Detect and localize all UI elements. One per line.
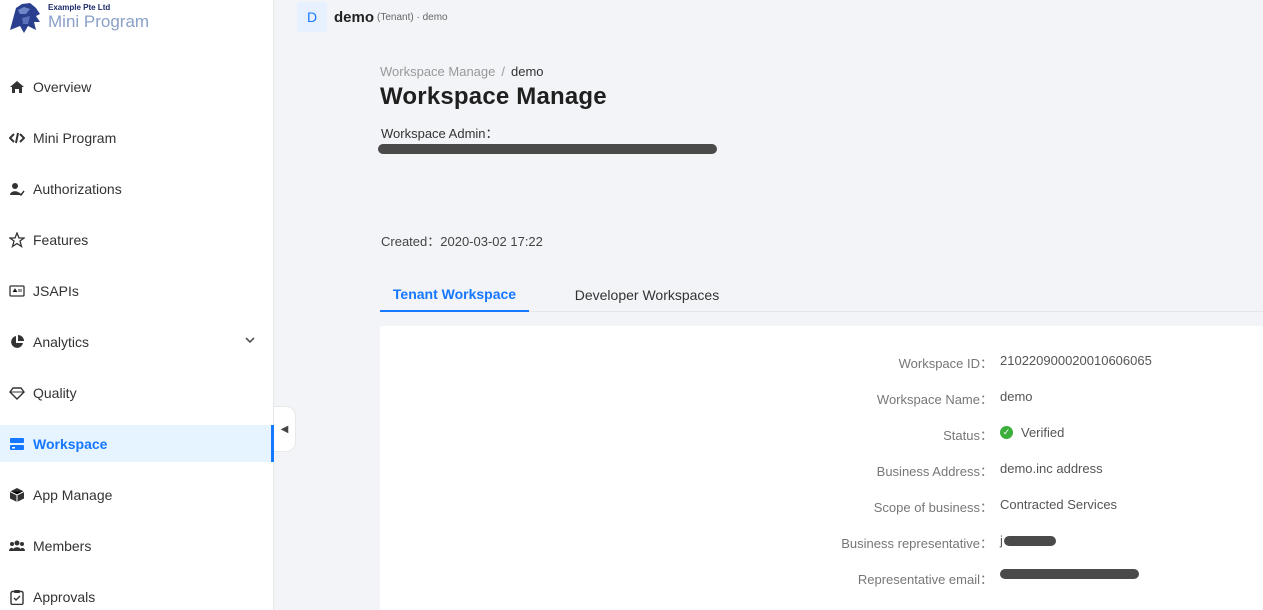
redacted-representative	[1003, 535, 1056, 546]
sidebar-item-label: Mini Program	[33, 129, 117, 146]
detail-row-scope: Scope of business： Contracted Services	[380, 497, 1263, 519]
breadcrumb: Workspace Manage / demo	[380, 64, 544, 79]
code-link-icon	[8, 129, 26, 147]
workspace-name-value: demo	[1000, 389, 1033, 404]
breadcrumb-separator: /	[501, 64, 505, 79]
sidebar-item-label: Features	[33, 231, 89, 248]
sidebar-item-members[interactable]: Members	[0, 527, 274, 564]
sidebar-collapse-button[interactable]: ◀	[274, 406, 296, 452]
tab-tenant-workspace[interactable]: Tenant Workspace	[380, 278, 529, 312]
workspace-tabs: Tenant Workspace Developer Workspaces	[380, 278, 1263, 312]
workspace-details-card: Workspace ID： 21022090002001060606​5 Wor…	[380, 326, 1263, 610]
clipboard-icon	[8, 588, 26, 606]
sidebar-item-label: Members	[33, 537, 92, 554]
diamond-icon	[8, 384, 26, 402]
sidebar-item-authorizations[interactable]: Authorizations	[0, 170, 274, 207]
sidebar-item-label: Overview	[33, 78, 92, 95]
team-icon	[8, 537, 26, 555]
sidebar-item-features[interactable]: Features	[0, 221, 274, 258]
redacted-admin-list	[378, 144, 717, 154]
workspace-icon	[8, 435, 26, 453]
status-text: Verified	[1021, 425, 1065, 440]
scope-value: Contracted Services	[1000, 497, 1118, 512]
sidebar-item-label: Workspace	[33, 435, 108, 452]
representative-value: j	[1000, 533, 1056, 548]
sidebar-nav: Overview Mini Program Authorizations Fea…	[0, 68, 274, 610]
sidebar-item-label: Analytics	[33, 333, 90, 350]
created-value: 2020-03-02 17:22	[440, 234, 543, 249]
detail-row-representative: Business representative： j	[380, 533, 1263, 555]
sidebar-item-overview[interactable]: Overview	[0, 68, 274, 105]
sidebar-item-label: JSAPIs	[33, 282, 79, 299]
sidebar-item-workspace[interactable]: Workspace	[0, 425, 274, 462]
sidebar-item-quality[interactable]: Quality	[0, 374, 274, 411]
created-label: Created：	[381, 234, 441, 249]
box-icon	[8, 486, 26, 504]
sidebar-item-jsapis[interactable]: JSAPIs	[0, 272, 274, 309]
star-icon	[8, 231, 26, 249]
detail-label: Workspace Name：	[876, 392, 993, 407]
workspace-id-value: 21022090002001060606​5	[1000, 353, 1152, 368]
api-icon	[8, 282, 26, 300]
brand-product: Mini Program	[48, 12, 150, 31]
sidebar-item-label: App Manage	[33, 486, 113, 503]
detail-label: Business Address：	[876, 464, 993, 479]
brand-company: Example Pte Ltd	[48, 3, 111, 12]
detail-row-email: Representative email：	[380, 569, 1263, 591]
sidebar-item-label: Approvals	[33, 588, 96, 605]
detail-label: Representative email：	[857, 572, 993, 587]
user-check-icon	[8, 180, 26, 198]
detail-label: Business representative：	[841, 536, 993, 551]
sidebar-item-app-manage[interactable]: App Manage	[0, 476, 274, 513]
sidebar: Example Pte Ltd Mini Program Overview Mi…	[0, 0, 274, 610]
created-info: Created：2020-03-02 17:22	[381, 231, 543, 250]
breadcrumb-parent[interactable]: Workspace Manage	[380, 64, 495, 79]
business-address-value: demo.inc address	[1000, 461, 1103, 476]
sidebar-item-label: Quality	[33, 384, 77, 401]
lion-logo-icon	[10, 3, 40, 33]
tenant-meta: (Tenant) · demo	[377, 11, 448, 23]
brand[interactable]: Example Pte Ltd Mini Program	[6, 0, 149, 40]
page-title: Workspace Manage	[380, 83, 607, 110]
detail-row-workspace-id: Workspace ID： 21022090002001060606​5	[380, 353, 1263, 375]
sidebar-item-analytics[interactable]: Analytics	[0, 323, 274, 360]
caret-left-icon: ◀	[280, 423, 289, 435]
status-value: ✓ Verified	[1000, 425, 1064, 440]
redacted-email	[1000, 569, 1139, 579]
detail-label: Workspace ID：	[898, 356, 993, 371]
email-value	[1000, 569, 1139, 579]
tenant-name: demo	[334, 8, 375, 26]
chevron-down-icon[interactable]	[244, 333, 256, 349]
detail-row-business-address: Business Address： demo.inc address	[380, 461, 1263, 483]
tenant-switcher[interactable]: D demo (Tenant) · demo	[297, 2, 448, 32]
breadcrumb-current: demo	[511, 64, 544, 79]
tenant-avatar: D	[297, 2, 327, 32]
sidebar-item-mini-program[interactable]: Mini Program	[0, 119, 274, 156]
detail-row-workspace-name: Workspace Name： demo	[380, 389, 1263, 411]
detail-row-status: Status： ✓ Verified	[380, 425, 1263, 447]
detail-label: Status：	[943, 428, 993, 443]
sidebar-item-label: Authorizations	[33, 180, 122, 197]
tab-developer-workspaces[interactable]: Developer Workspaces	[560, 278, 734, 312]
home-icon	[8, 78, 26, 96]
sidebar-item-approvals[interactable]: Approvals	[0, 578, 274, 610]
check-circle-icon: ✓	[1000, 426, 1013, 439]
detail-label: Scope of business：	[873, 500, 993, 515]
representative-prefix: j	[1000, 533, 1003, 548]
pie-chart-icon	[8, 333, 26, 351]
workspace-admin-label: Workspace Admin：	[381, 126, 499, 141]
